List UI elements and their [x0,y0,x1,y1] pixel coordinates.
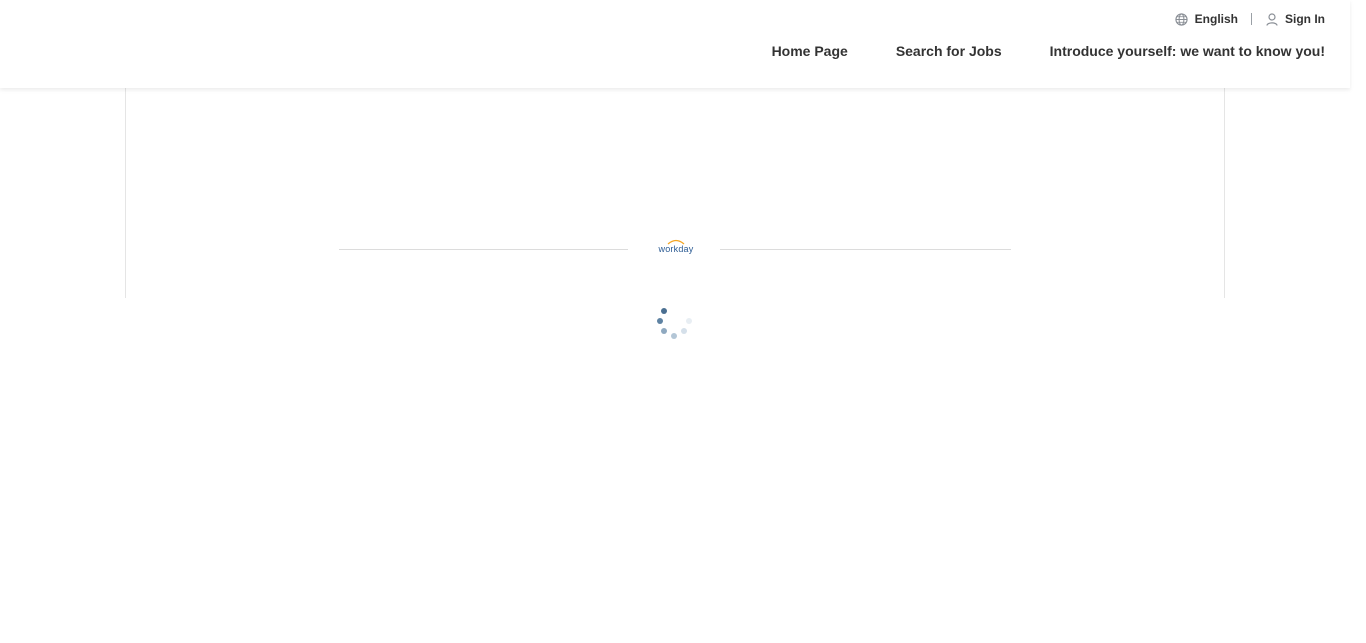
sign-in-label: Sign In [1285,12,1325,26]
globe-icon [1175,12,1188,26]
spinner-icon [657,308,692,339]
sign-in-link[interactable]: Sign In [1266,12,1325,26]
user-icon [1266,12,1278,26]
nav-home-page[interactable]: Home Page [772,43,848,59]
utility-separator [1251,13,1252,25]
main-nav: Home Page Search for Jobs Introduce your… [772,43,1325,59]
nav-search-for-jobs[interactable]: Search for Jobs [896,43,1002,59]
content-frame [125,88,1225,298]
language-label: English [1194,12,1238,26]
site-header: English Sign In Home Page Search for Job… [0,0,1350,88]
utility-bar: English Sign In [1175,10,1325,28]
nav-introduce-yourself[interactable]: Introduce yourself: we want to know you! [1050,43,1325,59]
language-selector[interactable]: English [1175,12,1238,26]
